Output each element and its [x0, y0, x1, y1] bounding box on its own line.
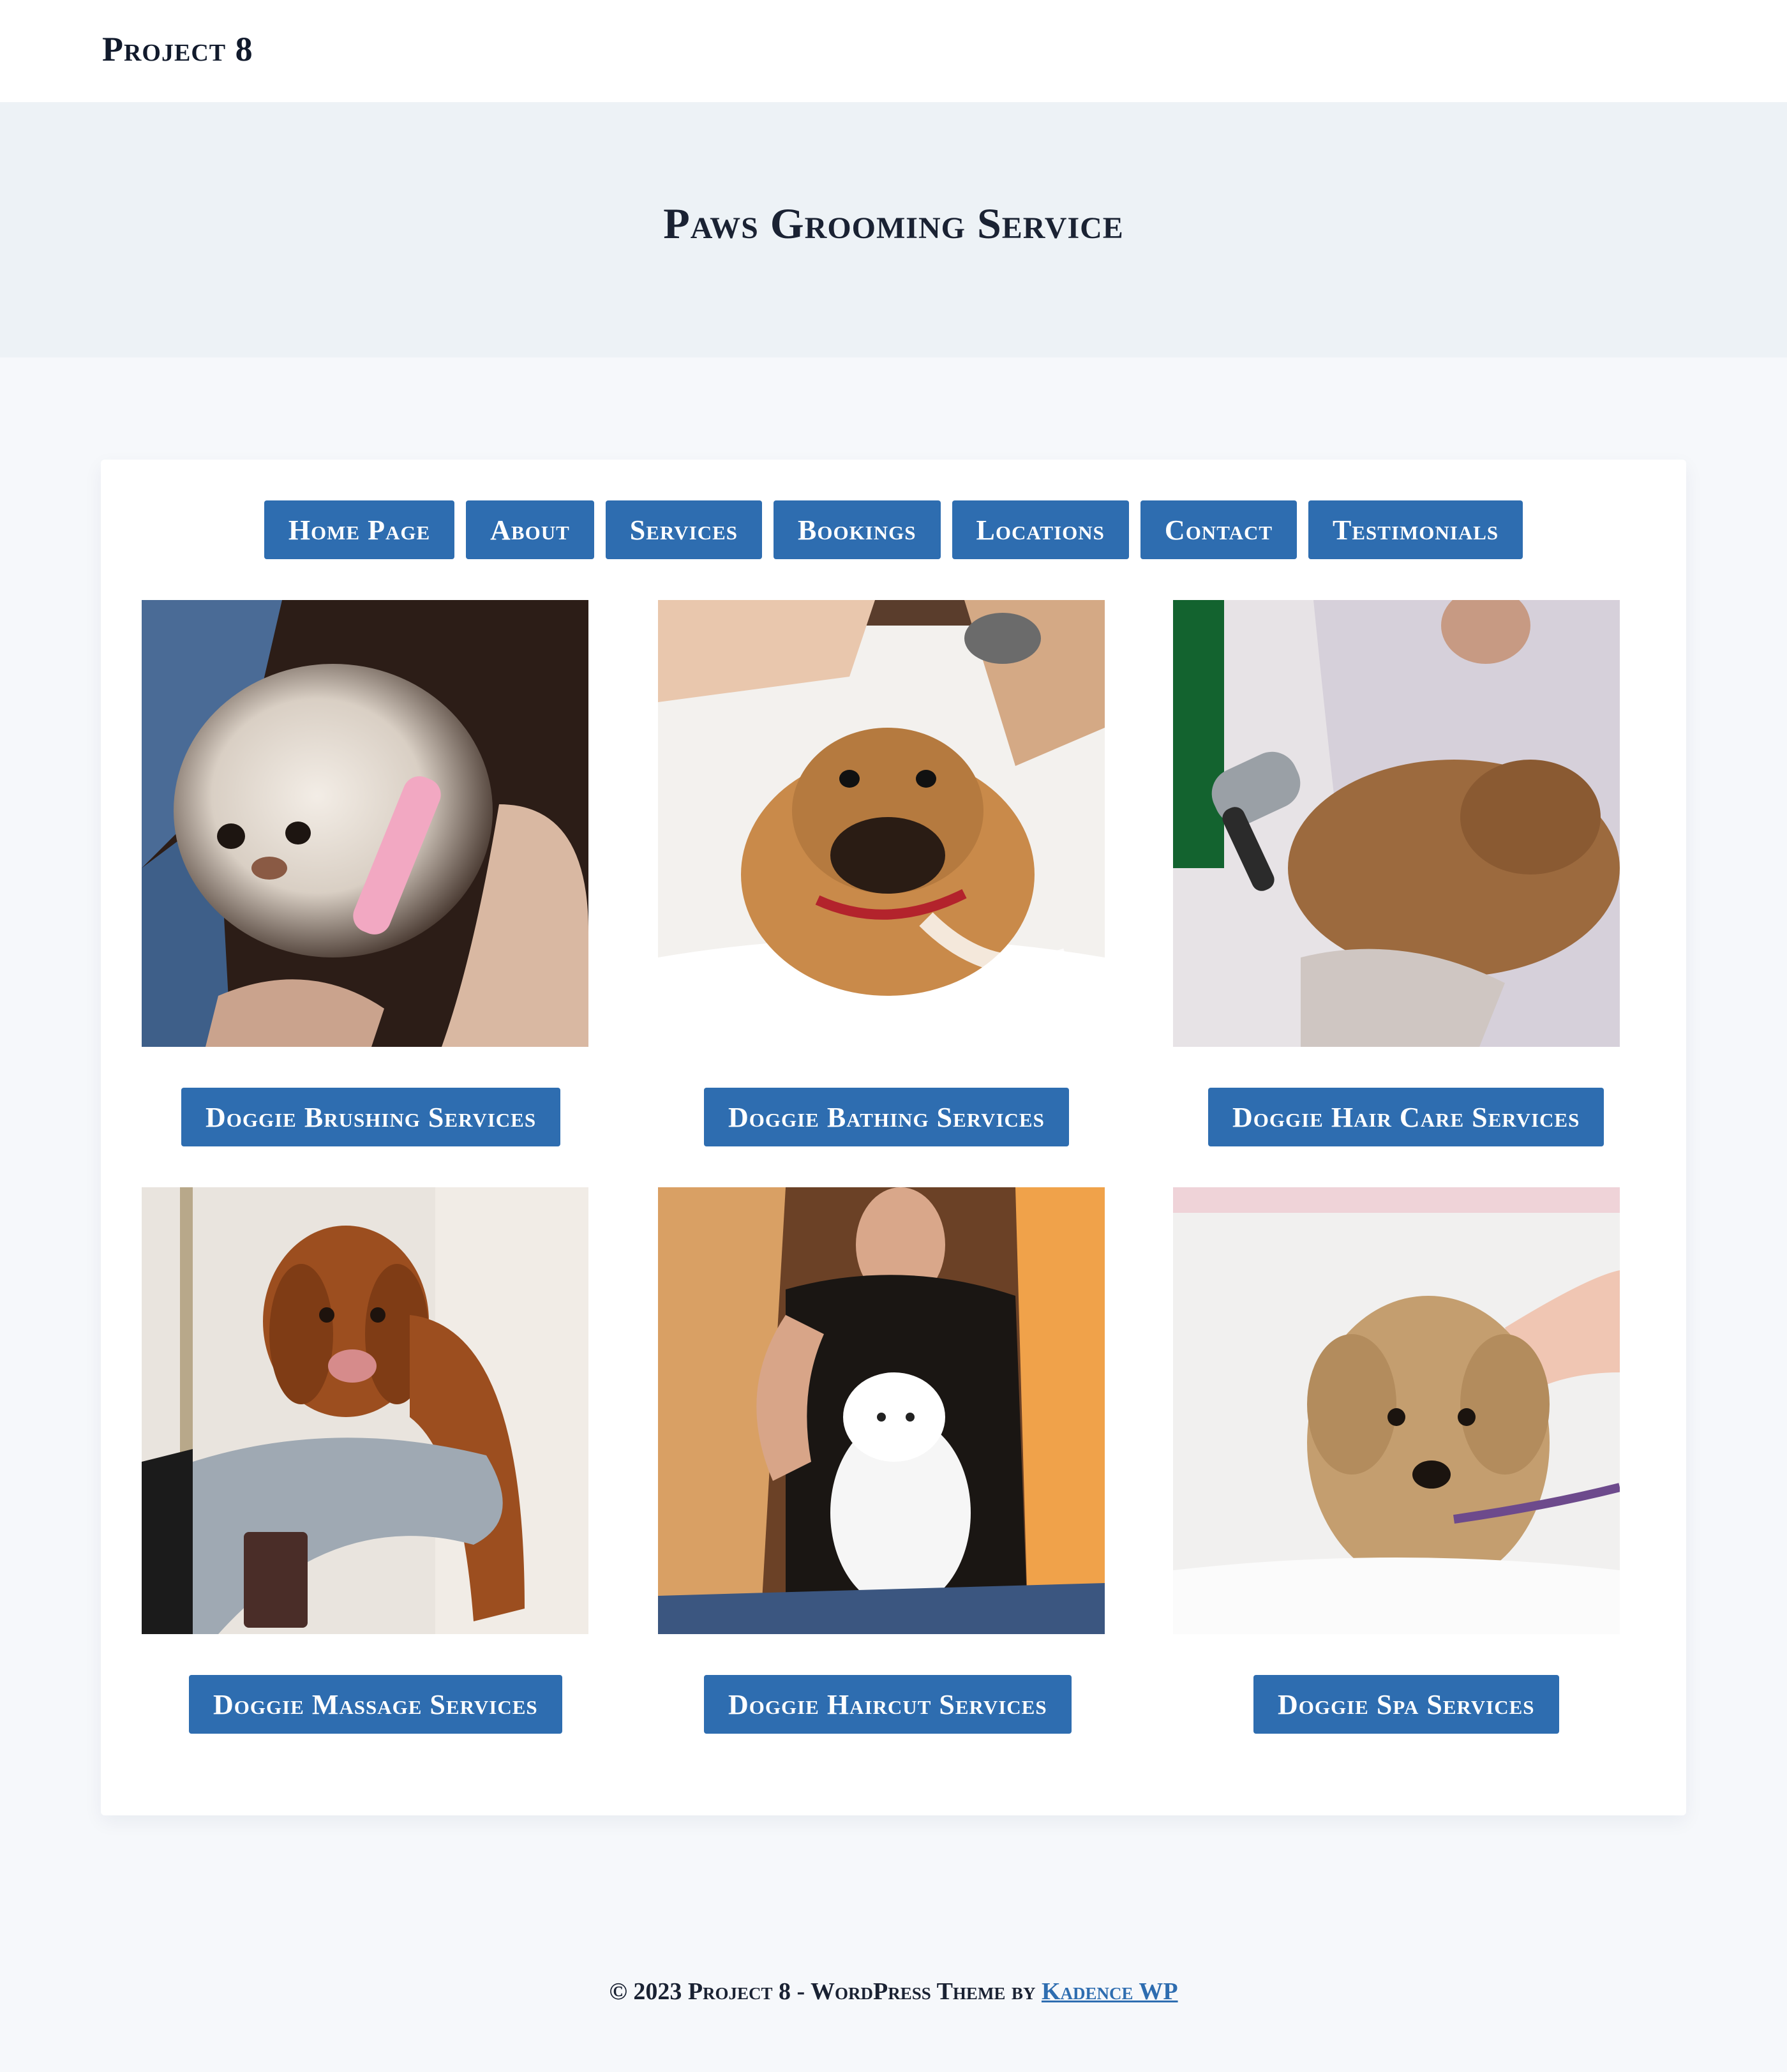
page-hero: Paws Grooming Service [0, 102, 1787, 357]
site-title-link[interactable]: Project 8 [102, 27, 253, 71]
wet-terrier-spa-photo [1173, 1187, 1620, 1634]
doggie-brushing-services-button[interactable]: Doggie Brushing Services [181, 1088, 561, 1146]
kadence-wp-link[interactable]: Kadence WP [1042, 1978, 1178, 2005]
doggie-hair-care-services-button[interactable]: Doggie Hair Care Services [1208, 1088, 1604, 1146]
dog-being-brushed-photo [142, 600, 588, 1047]
nav-button-locations[interactable]: Locations [952, 500, 1129, 559]
footer-copyright: © 2023 Project 8 - WordPress Theme by [609, 1978, 1042, 2005]
doggie-haircut-services-button[interactable]: Doggie Haircut Services [704, 1675, 1072, 1734]
nav-button-about[interactable]: About [466, 500, 594, 559]
site-header: Project 8 [0, 0, 1787, 102]
nav-button-bookings[interactable]: Bookings [774, 500, 941, 559]
dog-blow-dry-photo [1173, 600, 1620, 1047]
button-nav: Home Page About Services Bookings Locati… [101, 500, 1686, 559]
page-title: Paws Grooming Service [663, 199, 1124, 248]
bulldog-bath-photo [658, 600, 1105, 1047]
doggie-massage-services-button[interactable]: Doggie Massage Services [189, 1675, 562, 1734]
doggie-bathing-services-button[interactable]: Doggie Bathing Services [704, 1088, 1069, 1146]
nav-button-testimonials[interactable]: Testimonials [1308, 500, 1523, 559]
nav-button-contact[interactable]: Contact [1140, 500, 1297, 559]
dog-towel-massage-photo [142, 1187, 588, 1634]
doggie-spa-services-button[interactable]: Doggie Spa Services [1253, 1675, 1559, 1734]
site-footer: © 2023 Project 8 - WordPress Theme by Ka… [0, 1972, 1787, 2011]
content-card: Home Page About Services Bookings Locati… [101, 460, 1686, 1815]
groomer-combing-spitz-photo [658, 1187, 1105, 1634]
nav-button-services[interactable]: Services [605, 500, 762, 559]
nav-button-home-page[interactable]: Home Page [264, 500, 455, 559]
